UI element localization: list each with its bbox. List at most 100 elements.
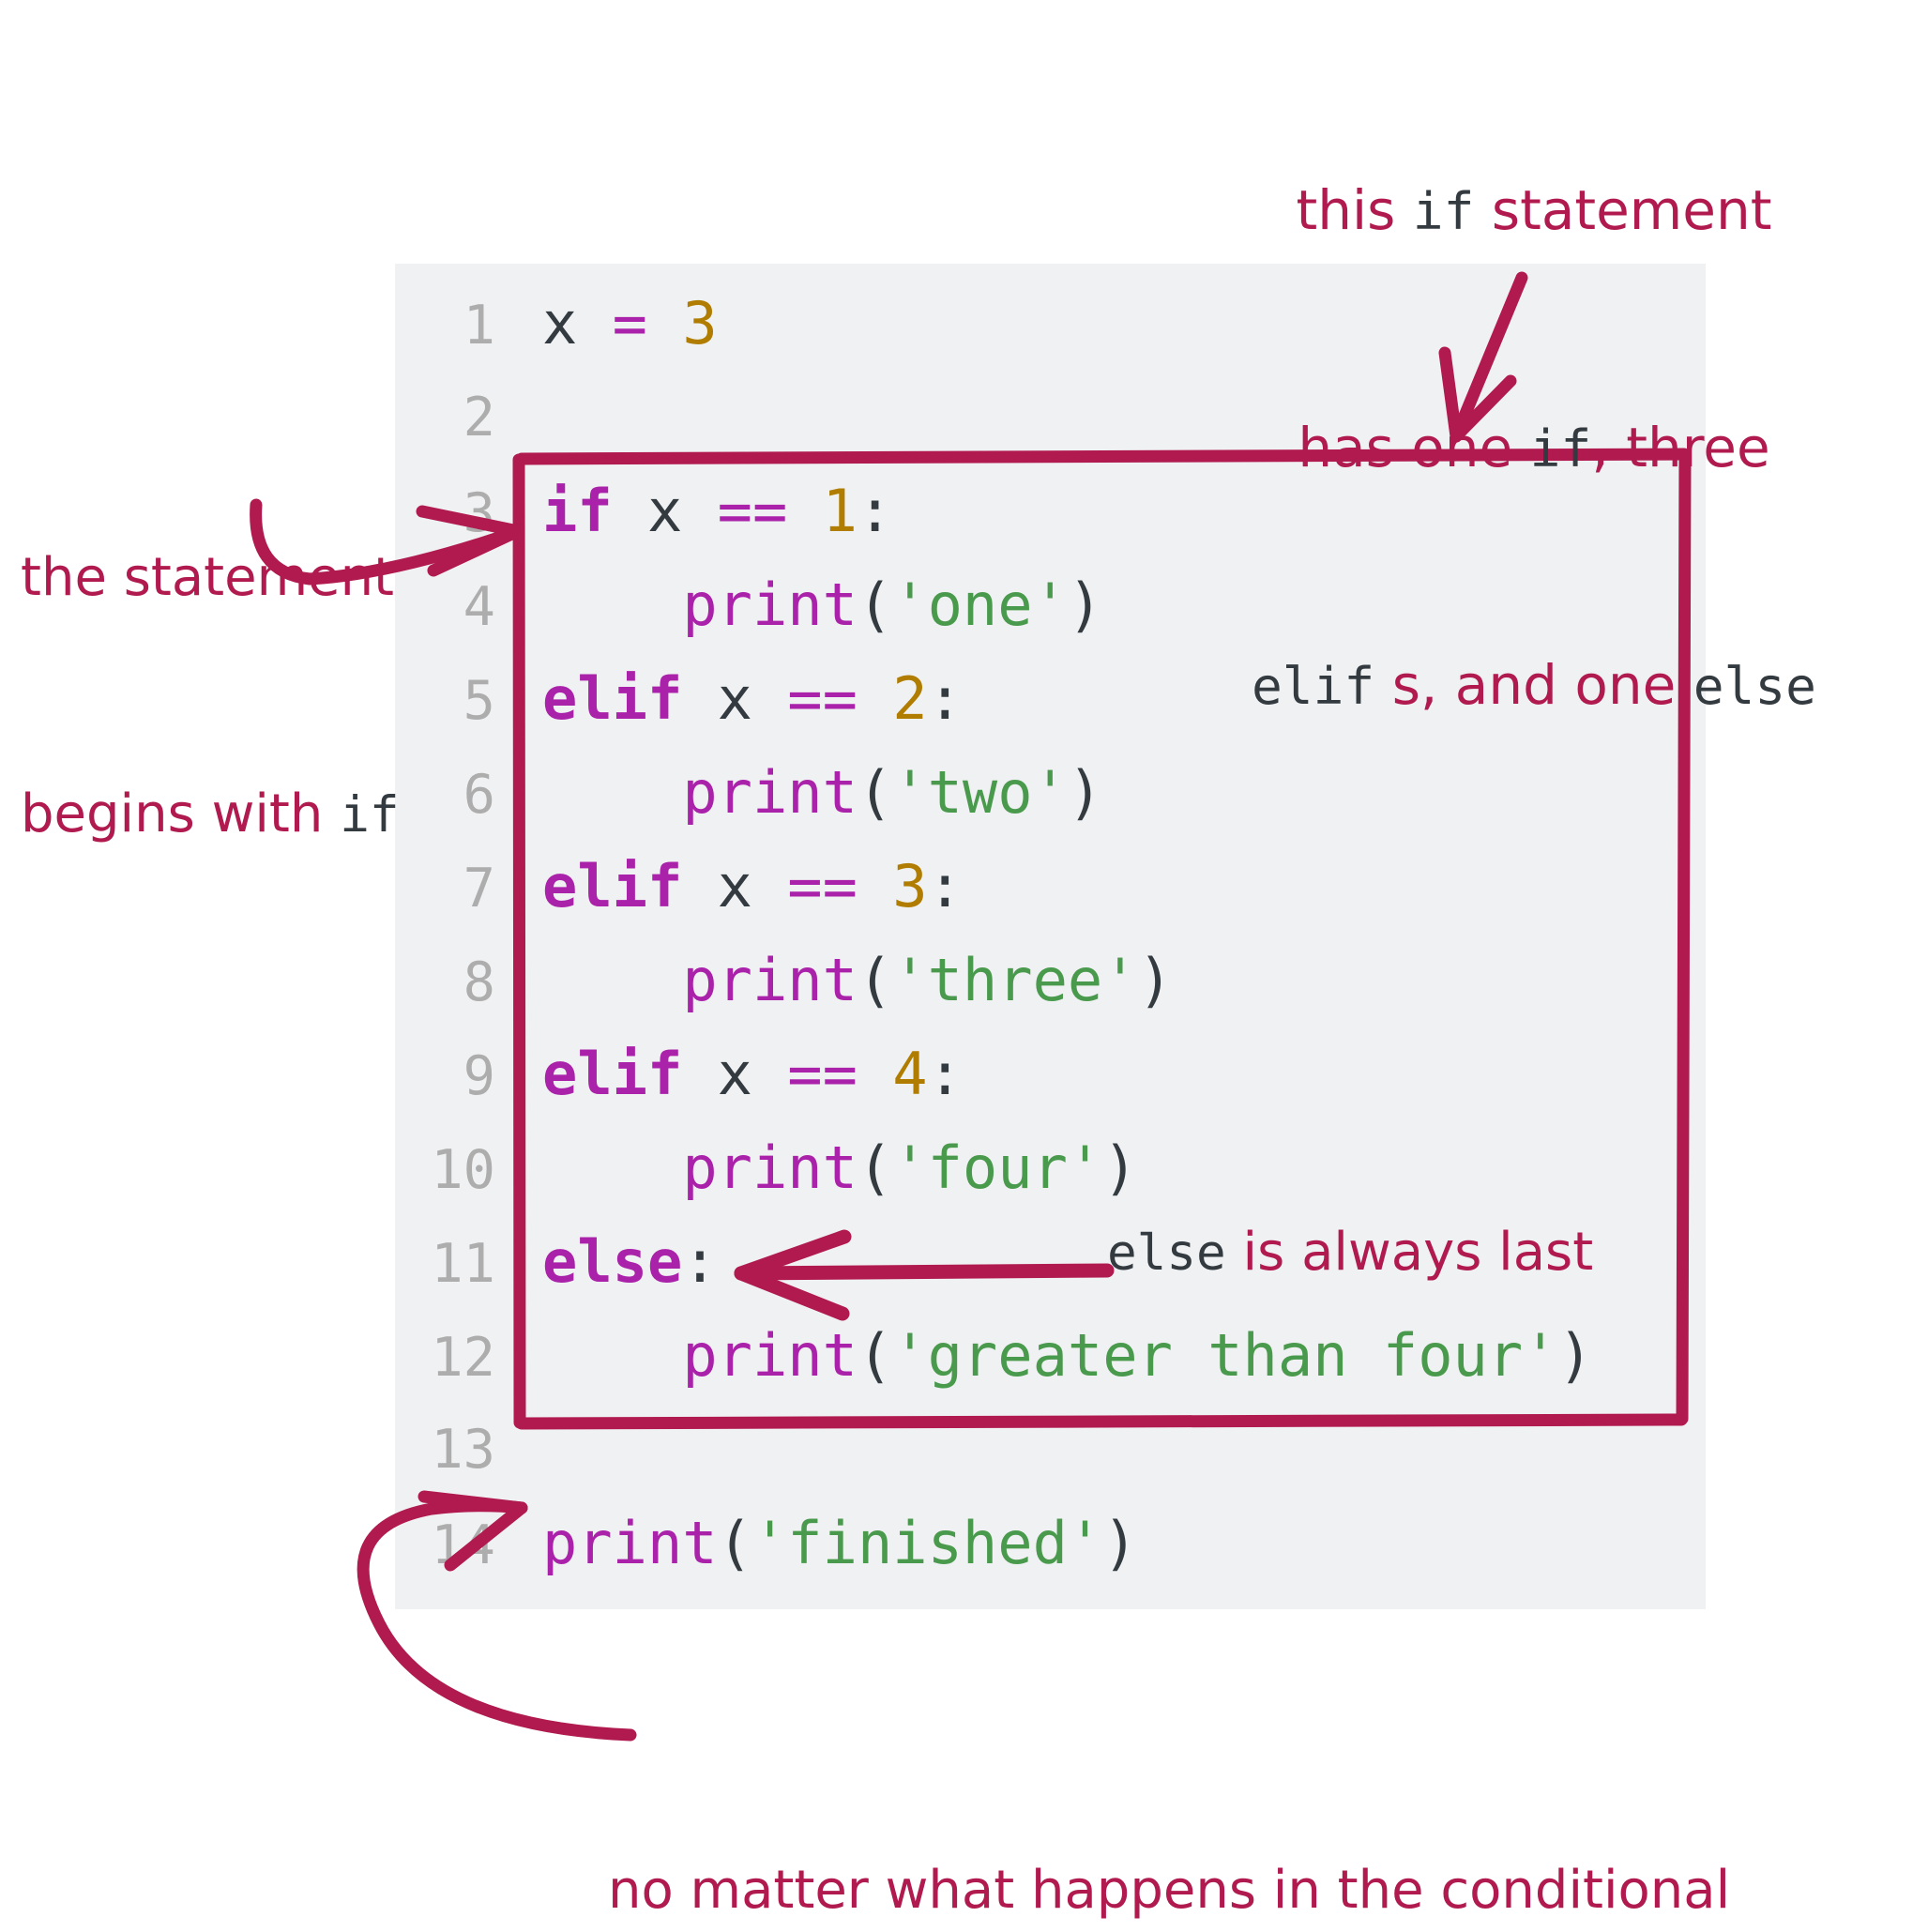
- code-token: 4: [892, 1040, 928, 1108]
- code-token: if: [542, 477, 613, 545]
- code-token: elif: [542, 664, 683, 733]
- annotation-top-line3-code: elif: [1251, 656, 1375, 716]
- annotation-left-text: the statement begins with if: [21, 381, 462, 1012]
- annotation-top-line3: elif s, and one else: [1177, 646, 1890, 725]
- code-token: print: [682, 758, 858, 827]
- code-token: (: [857, 1133, 893, 1202]
- code-token: (: [857, 758, 893, 827]
- annotation-top-line3-code2: else: [1693, 656, 1817, 716]
- code-line-text: print('finished'): [512, 1497, 1138, 1590]
- code-token: ==: [787, 852, 858, 920]
- code-line: 13: [395, 1403, 1706, 1497]
- code-token: ): [1102, 1509, 1138, 1577]
- line-number: 10: [431, 1139, 495, 1201]
- code-line-text: elif x == 4:: [512, 1027, 963, 1121]
- code-token: 'greater than four': [892, 1321, 1558, 1390]
- code-token: 'four': [892, 1133, 1103, 1202]
- line-number: 14: [431, 1514, 495, 1576]
- code-line: 8 print('three'): [395, 934, 1706, 1027]
- annotation-bottom-line1: no matter what happens in the conditiona…: [608, 1860, 1731, 1921]
- code-token: 2: [892, 664, 928, 733]
- code-token: ): [1067, 758, 1103, 827]
- annotation-top-line2-code: if: [1529, 418, 1592, 479]
- code-token: 'two': [892, 758, 1068, 827]
- code-token: x: [682, 664, 788, 733]
- annotation-top-line3-a: s, and one: [1374, 653, 1693, 717]
- code-token: 'finished': [751, 1509, 1103, 1577]
- code-token: ==: [787, 1040, 858, 1108]
- code-line: 9 elif x == 4:: [395, 1027, 1706, 1121]
- code-token: else: [542, 1227, 683, 1296]
- code-line-text: print('one'): [512, 558, 1102, 652]
- annotation-top-line2-b: , three: [1591, 416, 1770, 479]
- code-token: ): [1137, 946, 1173, 1014]
- code-token: elif: [542, 852, 683, 920]
- code-line-text: elif x == 2:: [512, 652, 963, 746]
- annotation-else-code: else: [1107, 1225, 1226, 1282]
- annotation-top-text: this if statement has one if, three elif…: [1177, 13, 1890, 883]
- code-token: 1: [822, 477, 858, 545]
- code-token: 3: [892, 852, 928, 920]
- annotation-left-line2-a: begins with: [21, 783, 341, 844]
- annotated-code-figure: 1x = 3 2 3 if x == 1: 4 print('one') 5 elif x …: [0, 0, 1928, 1932]
- code-line-text: print('greater than four'): [512, 1309, 1593, 1403]
- annotation-top-line1-b: statement: [1474, 178, 1772, 242]
- annotation-else-text: else is always last: [1107, 1220, 1593, 1286]
- code-line-text: elif x == 3:: [512, 840, 963, 934]
- code-token: print: [542, 1509, 718, 1577]
- code-token: 'three': [892, 946, 1138, 1014]
- code-token: print: [682, 1321, 858, 1390]
- code-line-text: else:: [512, 1215, 718, 1309]
- code-token: :: [927, 664, 963, 733]
- code-line-text: if x == 1:: [512, 464, 892, 558]
- code-token: x: [542, 289, 613, 357]
- annotation-else-phrase: is always last: [1225, 1222, 1594, 1283]
- code-token: :: [857, 477, 893, 545]
- line-number: 9: [463, 1045, 495, 1107]
- annotation-left-line1: the statement: [21, 547, 395, 608]
- code-token: :: [682, 1227, 718, 1296]
- code-token: =: [612, 289, 647, 357]
- code-token: print: [682, 1133, 858, 1202]
- annotation-left-line2-code: if: [340, 786, 400, 844]
- code-line: 14 print('finished'): [395, 1497, 1706, 1590]
- line-number: 12: [431, 1327, 495, 1389]
- code-token: ): [1557, 1321, 1593, 1390]
- code-token: x: [612, 477, 718, 545]
- code-token: elif: [542, 1040, 683, 1108]
- code-line: 10 print('four'): [395, 1121, 1706, 1215]
- code-token: x: [682, 1040, 788, 1108]
- line-number: 11: [431, 1233, 495, 1295]
- code-line-text: print('three'): [512, 934, 1173, 1027]
- code-token: 3: [682, 289, 718, 357]
- annotation-left-line2: begins with if: [21, 775, 462, 855]
- code-token: (: [717, 1509, 752, 1577]
- line-number: 1: [463, 295, 495, 357]
- line-number: 13: [431, 1419, 495, 1481]
- code-token: :: [927, 852, 963, 920]
- code-token: (: [857, 946, 893, 1014]
- code-token: ): [1067, 570, 1103, 639]
- code-token: ==: [717, 477, 788, 545]
- annotation-bottom-text: no matter what happens in the conditiona…: [608, 1689, 1921, 1932]
- code-token: print: [682, 570, 858, 639]
- code-token: (: [857, 570, 893, 639]
- code-token: ==: [787, 664, 858, 733]
- code-token: ): [1102, 1133, 1138, 1202]
- code-token: 'one': [892, 570, 1068, 639]
- code-token: print: [682, 946, 858, 1014]
- annotation-top-line1: this if statement: [1177, 171, 1890, 251]
- code-token: (: [857, 1321, 893, 1390]
- code-line-text: print('four'): [512, 1121, 1138, 1215]
- annotation-top-line2: has one if, three: [1177, 408, 1890, 488]
- annotation-top-line2-a: has one: [1298, 416, 1530, 479]
